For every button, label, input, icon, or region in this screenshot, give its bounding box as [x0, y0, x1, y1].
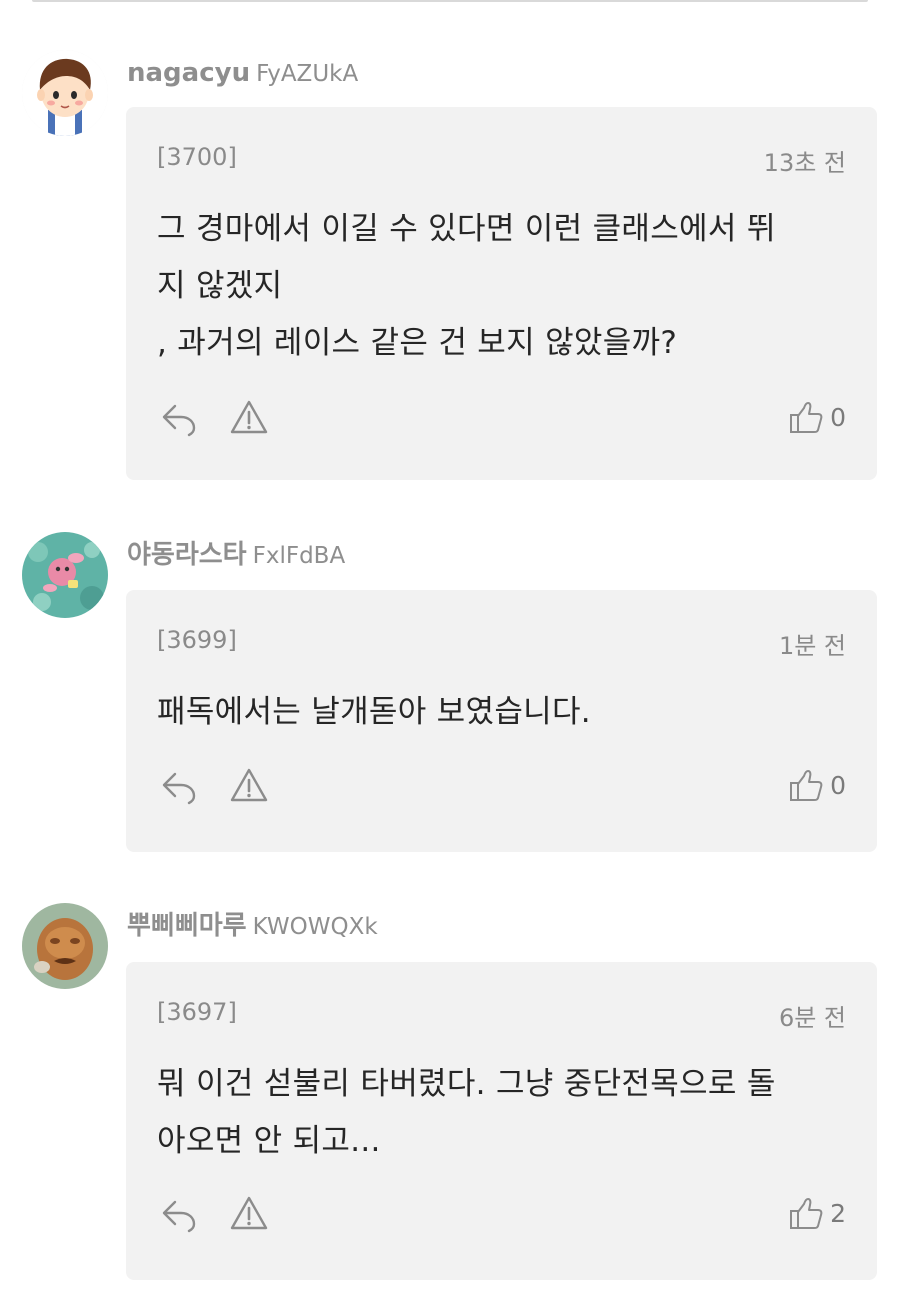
report-button[interactable] — [229, 766, 269, 806]
username[interactable]: nagacyu — [127, 58, 250, 88]
warning-icon — [230, 400, 268, 434]
like-button[interactable]: 2 — [788, 1194, 846, 1234]
comment-timestamp: 1분 전 — [778, 632, 846, 660]
report-button[interactable] — [229, 1194, 269, 1234]
thumbs-up-icon — [790, 1198, 823, 1229]
warning-icon — [230, 1196, 268, 1230]
comment-meta: [3700] 13초 전 — [157, 143, 846, 177]
comment-text: 뭐 이건 섣불리 타버렸다. 그냥 중단전목으로 돌 아오면 안 되고... — [157, 1066, 776, 1159]
comment-actions: 0 — [157, 766, 846, 810]
reply-button[interactable] — [159, 1194, 199, 1234]
avatar[interactable] — [22, 532, 108, 618]
comment-actions: 2 — [157, 1194, 846, 1238]
username[interactable]: 야동라스타 — [127, 540, 247, 570]
thumbs-up-icon — [790, 770, 823, 801]
top-divider — [32, 0, 868, 2]
boy-face-avatar-icon — [22, 50, 108, 136]
reply-icon — [162, 404, 196, 437]
comment-text: 그 경마에서 이길 수 있다면 이런 클래스에서 뛰 지 않겠지 , 과거의 레… — [157, 211, 776, 361]
comment-bubble: [3699] 1분 전 패독에서는 날개돋아 보였습니다. 0 — [126, 590, 877, 852]
like-button[interactable]: 0 — [788, 766, 846, 806]
comment-bubble: [3697] 6분 전 뭐 이건 섣불리 타버렸다. 그냥 중단전목으로 돌 아… — [126, 962, 877, 1280]
like-count: 0 — [830, 403, 846, 432]
comment-timestamp: 6분 전 — [778, 1004, 846, 1032]
report-button[interactable] — [229, 398, 269, 438]
warning-icon — [230, 768, 268, 802]
comment-number: [3700] — [157, 143, 237, 171]
user-line: 뿌삐삐마루 KWOWQXk — [127, 911, 378, 944]
user-line: 야동라스타 FxlFdBA — [127, 540, 345, 573]
user-id: FyAZUkA — [256, 61, 359, 87]
like-button[interactable]: 0 — [788, 398, 846, 438]
thumbs-up-icon — [790, 402, 823, 433]
like-count: 0 — [830, 771, 846, 800]
reply-icon — [162, 1200, 196, 1233]
avatar[interactable] — [22, 50, 108, 136]
reply-button[interactable] — [159, 766, 199, 806]
user-line: nagacyu FyAZUkA — [127, 58, 358, 91]
user-id: FxlFdBA — [252, 543, 346, 569]
reply-button[interactable] — [159, 398, 199, 438]
comment-number: [3699] — [157, 626, 237, 654]
brown-face-avatar-icon — [22, 903, 108, 989]
comment-bubble: [3700] 13초 전 그 경마에서 이길 수 있다면 이런 클래스에서 뛰 … — [126, 107, 877, 480]
like-count: 2 — [830, 1199, 846, 1228]
username[interactable]: 뿌삐삐마루 — [127, 911, 247, 941]
avatar[interactable] — [22, 903, 108, 989]
comment-timestamp: 13초 전 — [763, 149, 846, 177]
reply-icon — [162, 772, 196, 805]
comment-text: 패독에서는 날개돋아 보였습니다. — [157, 694, 591, 730]
comment-actions: 0 — [157, 398, 846, 442]
user-id: KWOWQXk — [252, 914, 378, 940]
comment-number: [3697] — [157, 998, 237, 1026]
comment-feed: nagacyu FyAZUkA [3700] 13초 전 그 경마에서 이길 수 … — [0, 0, 900, 1300]
comment-meta: [3699] 1분 전 — [157, 626, 846, 660]
comment-meta: [3697] 6분 전 — [157, 998, 846, 1032]
pink-creature-avatar-icon — [22, 532, 108, 618]
